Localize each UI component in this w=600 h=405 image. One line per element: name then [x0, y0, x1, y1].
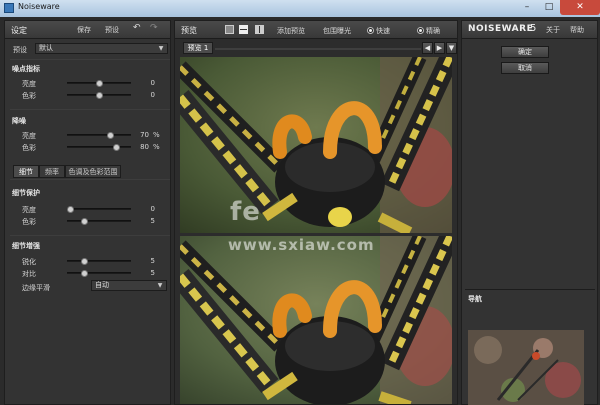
noise-reduction-color-slider[interactable]: [67, 144, 131, 151]
slider-knob[interactable]: [67, 206, 74, 213]
noise-reduction-luminance-label: 亮度: [22, 132, 36, 140]
tab-menu-icon[interactable]: ▼: [446, 42, 457, 54]
slider-knob[interactable]: [112, 144, 120, 151]
clip-exposure-button[interactable]: 包围曝光: [323, 26, 351, 36]
navigator-photo: [468, 330, 584, 405]
preset-label: 预设: [13, 46, 27, 54]
preview-image-result[interactable]: www.sxiaw.com: [180, 236, 452, 404]
preview-tab-1[interactable]: 预览 1: [183, 42, 213, 54]
noise-profile-luminance-label: 亮度: [22, 80, 36, 88]
noise-reduction-color-label: 色彩: [22, 144, 36, 152]
watermark: www.sxiaw.com: [228, 236, 375, 254]
scroll-right-icon[interactable]: ▶: [434, 42, 445, 54]
minimize-button[interactable]: –: [516, 0, 538, 15]
fast-radio[interactable]: [367, 27, 374, 34]
slider-knob[interactable]: [81, 270, 89, 277]
noise-profile-color-value: 0: [150, 91, 155, 99]
split-horizontal-icon[interactable]: [239, 25, 248, 34]
detail-enhance-sharpen-value: 5: [150, 257, 155, 265]
tab-tone-color-range[interactable]: 色调及色彩范围: [65, 165, 121, 178]
edge-smoothing-select[interactable]: 自动 ▼: [91, 280, 167, 291]
watermark-top: fe: [230, 197, 261, 227]
noise-profile-color-label: 色彩: [22, 92, 36, 100]
accurate-label: 精确: [426, 27, 440, 35]
ok-button[interactable]: 确定: [501, 46, 549, 58]
noise-reduction-color-value: 80: [140, 143, 149, 151]
tab-detail[interactable]: 细节: [13, 165, 39, 178]
detail-protection-color-label: 色彩: [22, 218, 36, 226]
preview-panel: 预览 添加预览 包围曝光 快速 精确 预览 1 ◀ ▶ ▼ fe www.sxi…: [174, 20, 458, 405]
detail-protection-luminance-slider[interactable]: [67, 206, 131, 213]
noise-profile-color-slider[interactable]: [67, 92, 131, 99]
fast-label: 快速: [376, 27, 390, 35]
cancel-button[interactable]: 取消: [501, 62, 549, 74]
detail-protection-color-value: 5: [150, 217, 155, 225]
brand-header: NOISEWARE 5 关于 帮助: [462, 21, 597, 39]
about-button[interactable]: 关于: [546, 25, 560, 35]
detail-protection-title: 细节保护: [12, 189, 40, 197]
app-icon: [4, 3, 14, 13]
spider-photo-denoised: [180, 236, 452, 404]
chevron-down-icon: ▼: [158, 45, 164, 52]
noise-reduction-color-unit: %: [153, 143, 160, 151]
navigator-section: 导航: [465, 289, 595, 405]
chevron-down-icon: ▼: [157, 282, 163, 289]
settings-panel: 设定 保存 预设 ↶ ↷ 预设 默认 ▼ 噪点指标 亮度 0 色彩 0 降噪 亮…: [4, 20, 171, 405]
noise-reduction-luminance-slider[interactable]: [67, 132, 131, 139]
action-panel: NOISEWARE 5 关于 帮助 确定 取消 导航: [461, 20, 598, 405]
preview-title: 预览: [181, 26, 197, 35]
detail-enhance-sharpen-slider[interactable]: [67, 258, 131, 265]
navigator-title: 导航: [468, 295, 482, 303]
detail-enhance-contrast-value: 5: [150, 269, 155, 277]
slider-knob[interactable]: [81, 218, 89, 225]
spider-photo: [180, 57, 452, 233]
help-button[interactable]: 帮助: [570, 25, 584, 35]
accurate-radio[interactable]: [417, 27, 424, 34]
slider-knob[interactable]: [95, 80, 103, 87]
title-bar: Noiseware – □ ✕: [0, 0, 600, 17]
settings-header: 设定 保存 预设 ↶ ↷: [5, 21, 170, 39]
redo-icon[interactable]: ↷: [150, 23, 158, 33]
slider-knob[interactable]: [81, 258, 89, 265]
noise-reduction-luminance-value: 70: [140, 131, 149, 139]
edge-smoothing-label: 边缘平滑: [22, 284, 50, 292]
edge-smoothing-value: 自动: [95, 281, 109, 289]
split-vertical-icon[interactable]: [255, 25, 264, 34]
save-button[interactable]: 保存: [77, 25, 91, 35]
close-button[interactable]: ✕: [560, 0, 600, 15]
detail-protection-luminance-value: 0: [150, 205, 155, 213]
scroll-left-icon[interactable]: ◀: [422, 42, 433, 54]
detail-enhance-contrast-label: 对比: [22, 270, 36, 278]
tab-frequency[interactable]: 频率: [39, 165, 65, 178]
undo-icon[interactable]: ↶: [133, 23, 141, 33]
navigator-thumbnail[interactable]: [468, 330, 584, 405]
noise-profile-luminance-value: 0: [150, 79, 155, 87]
slider-knob[interactable]: [106, 132, 114, 139]
window-title: Noiseware: [18, 2, 60, 11]
settings-title: 设定: [11, 26, 27, 35]
detail-enhance-sharpen-label: 锐化: [22, 258, 36, 266]
tab-strip: [215, 48, 421, 50]
preset-button[interactable]: 预设: [105, 25, 119, 35]
brand-name: NOISEWARE: [468, 24, 534, 34]
preset-select[interactable]: 默认 ▼: [35, 43, 168, 54]
noise-profile-luminance-slider[interactable]: [67, 80, 131, 87]
detail-protection-luminance-label: 亮度: [22, 206, 36, 214]
maximize-button[interactable]: □: [538, 0, 560, 15]
add-preset-button[interactable]: 添加预览: [277, 26, 305, 36]
preview-header: 预览 添加预览 包围曝光 快速 精确: [175, 21, 457, 39]
preset-select-value: 默认: [39, 44, 53, 52]
single-view-icon[interactable]: [225, 25, 234, 34]
preview-image-original[interactable]: fe: [180, 57, 452, 233]
detail-enhance-contrast-slider[interactable]: [67, 270, 131, 277]
brand-version: 5: [530, 23, 537, 34]
detail-enhance-title: 细节增强: [12, 242, 40, 250]
noise-reduction-luminance-unit: %: [153, 131, 160, 139]
noise-profile-title: 噪点指标: [12, 65, 40, 73]
detail-protection-color-slider[interactable]: [67, 218, 131, 225]
noise-reduction-title: 降噪: [12, 117, 26, 125]
slider-knob[interactable]: [95, 92, 103, 99]
